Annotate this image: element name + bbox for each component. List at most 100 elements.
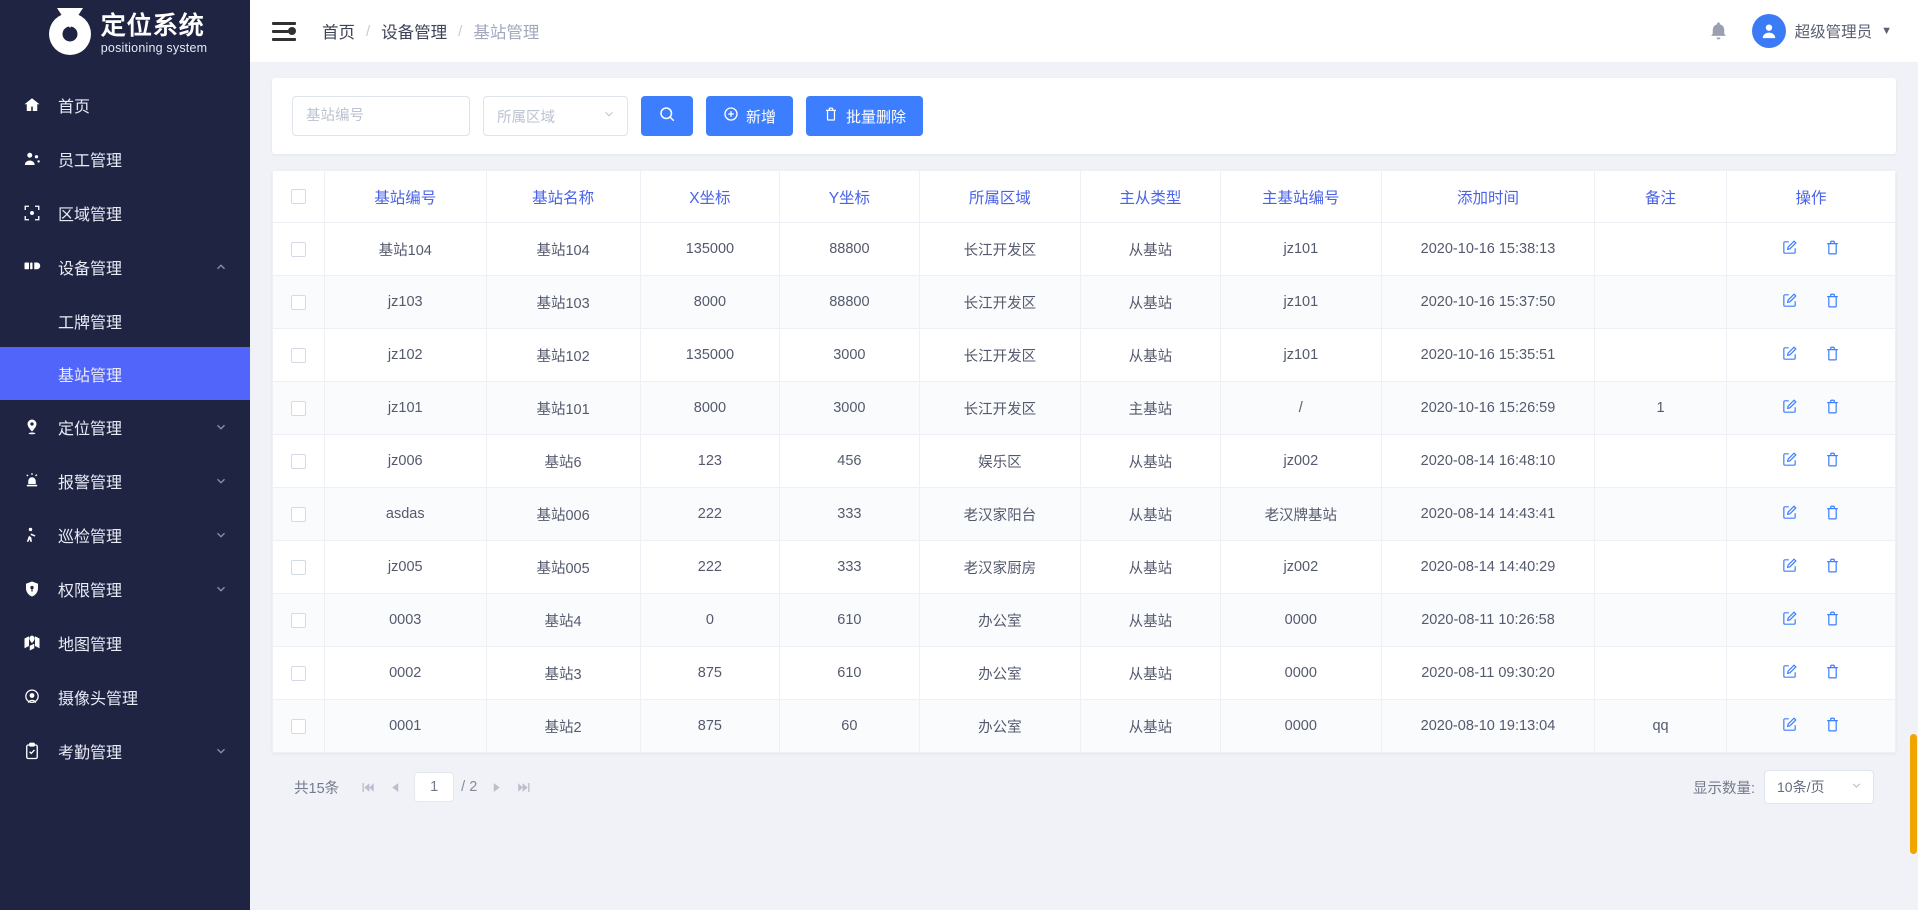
trash-icon[interactable]: [1824, 451, 1841, 468]
select-all-checkbox[interactable]: [291, 188, 306, 204]
home-icon: [18, 96, 46, 114]
row-checkbox[interactable]: [291, 506, 306, 522]
cell-master: 老汉牌基站: [1220, 487, 1383, 541]
trash-icon[interactable]: [1824, 557, 1841, 574]
cell-actions: [1726, 328, 1896, 382]
trash-icon[interactable]: [1824, 292, 1841, 309]
edit-icon[interactable]: [1781, 716, 1798, 733]
area-select[interactable]: 所属区域: [483, 96, 628, 136]
sidebar-item-area[interactable]: 区域管理: [0, 186, 250, 240]
trash-icon[interactable]: [1824, 663, 1841, 680]
cell-area: 办公室: [919, 699, 1082, 753]
sidebar-item-alarm[interactable]: 报警管理: [0, 454, 250, 508]
cell-type: 从基站: [1080, 275, 1221, 329]
sidebar-item-map[interactable]: 地图管理: [0, 616, 250, 670]
sidebar-menu: 首页 员工管理 区域管理 设备管理 工牌管理 基站管理 定位管理 报警管理 巡检…: [0, 78, 250, 778]
sidebar-item-label: 区域管理: [58, 207, 123, 224]
shield-key-icon: [18, 580, 46, 598]
col-code[interactable]: 基站编号: [324, 170, 487, 223]
row-checkbox[interactable]: [291, 612, 306, 628]
row-checkbox[interactable]: [291, 347, 306, 363]
sidebar-item-positioning[interactable]: 定位管理: [0, 400, 250, 454]
cell-x: 135000: [640, 328, 781, 382]
col-actions: 操作: [1726, 170, 1896, 223]
row-checkbox[interactable]: [291, 241, 306, 257]
table-row: jz101 基站101 8000 3000 长江开发区 主基站/2020-10-16 15…: [272, 381, 1896, 435]
edit-icon[interactable]: [1781, 504, 1798, 521]
trash-icon[interactable]: [1824, 610, 1841, 627]
sidebar-item-badge-management[interactable]: 工牌管理: [0, 294, 250, 347]
first-page-icon[interactable]: [360, 780, 375, 795]
add-button-label: 新增: [746, 108, 777, 126]
row-checkbox[interactable]: [291, 665, 306, 681]
cell-master: 0000: [1220, 593, 1383, 647]
row-checkbox[interactable]: [291, 718, 306, 734]
cell-master: jz101: [1220, 328, 1383, 382]
edit-icon[interactable]: [1781, 557, 1798, 574]
breadcrumb-item-device[interactable]: 设备管理: [381, 19, 447, 43]
row-checkbox[interactable]: [291, 559, 306, 575]
cell-name: 基站4: [486, 593, 641, 647]
page-scrollbar[interactable]: [1909, 62, 1918, 910]
edit-icon[interactable]: [1781, 663, 1798, 680]
cell-type: 从基站: [1080, 328, 1221, 382]
search-button[interactable]: [641, 96, 693, 136]
edit-icon[interactable]: [1781, 345, 1798, 362]
trash-icon[interactable]: [1824, 239, 1841, 256]
user-name: 超级管理员: [1794, 24, 1873, 41]
col-remark[interactable]: 备注: [1594, 170, 1728, 223]
cell-remark: [1594, 328, 1728, 382]
brand-logo[interactable]: 定位系统 positioning system: [0, 0, 250, 68]
last-page-icon[interactable]: [517, 780, 532, 795]
sidebar-item-staff[interactable]: 员工管理: [0, 132, 250, 186]
sidebar-item-attendance[interactable]: 考勤管理: [0, 724, 250, 778]
batch-delete-button[interactable]: 批量删除: [806, 96, 924, 136]
row-checkbox[interactable]: [291, 400, 306, 416]
trash-icon[interactable]: [1824, 716, 1841, 733]
user-menu[interactable]: 超级管理员 ▼: [1751, 14, 1892, 48]
scrollbar-thumb[interactable]: [1910, 734, 1917, 854]
page-number-input[interactable]: [414, 772, 455, 802]
add-button[interactable]: 新增: [706, 96, 794, 136]
col-name[interactable]: 基站名称: [486, 170, 641, 223]
col-x[interactable]: X坐标: [640, 170, 781, 223]
sidebar-item-home[interactable]: 首页: [0, 78, 250, 132]
sidebar-item-inspection[interactable]: 巡检管理: [0, 508, 250, 562]
row-checkbox[interactable]: [291, 453, 306, 469]
edit-icon[interactable]: [1781, 239, 1798, 256]
sidebar-item-permission[interactable]: 权限管理: [0, 562, 250, 616]
edit-icon[interactable]: [1781, 610, 1798, 627]
main-area: 首页 / 设备管理 / 基站管理 超级管理员 ▼ 基站编号 所属区域 新增 批量…: [250, 0, 1918, 910]
row-checkbox[interactable]: [291, 294, 306, 310]
col-time[interactable]: 添加时间: [1381, 170, 1595, 223]
brand-title: 定位系统: [100, 11, 205, 40]
trash-icon[interactable]: [1824, 345, 1841, 362]
breadcrumb-item-home[interactable]: 首页: [322, 19, 355, 43]
cell-actions: [1726, 434, 1896, 488]
edit-icon[interactable]: [1781, 398, 1798, 415]
page-size-select[interactable]: 10条/页: [1764, 770, 1874, 804]
next-page-icon[interactable]: [490, 781, 503, 794]
col-type[interactable]: 主从类型: [1080, 170, 1221, 223]
cell-type: 从基站: [1080, 222, 1221, 276]
cell-actions: [1726, 275, 1896, 329]
sidebar-item-camera[interactable]: 摄像头管理: [0, 670, 250, 724]
sidebar-item-label: 考勤管理: [58, 745, 123, 762]
edit-icon[interactable]: [1781, 451, 1798, 468]
breadcrumb-item-current: 基站管理: [473, 24, 540, 42]
edit-icon[interactable]: [1781, 292, 1798, 309]
hamburger-icon[interactable]: [272, 21, 296, 41]
sidebar-item-device[interactable]: 设备管理: [0, 240, 250, 294]
trash-icon[interactable]: [1824, 398, 1841, 415]
bell-icon[interactable]: [1707, 20, 1730, 43]
cell-name: 基站005: [486, 540, 641, 594]
col-y[interactable]: Y坐标: [779, 170, 920, 223]
chevron-down-icon: [214, 582, 228, 596]
col-area[interactable]: 所属区域: [919, 170, 1082, 223]
search-input[interactable]: [292, 96, 470, 136]
col-master[interactable]: 主基站编号: [1220, 170, 1383, 223]
trash-icon[interactable]: [1824, 504, 1841, 521]
cell-remark: 1: [1594, 381, 1728, 435]
prev-page-icon[interactable]: [389, 781, 402, 794]
sidebar-item-basestation-management[interactable]: 基站管理: [0, 347, 250, 400]
